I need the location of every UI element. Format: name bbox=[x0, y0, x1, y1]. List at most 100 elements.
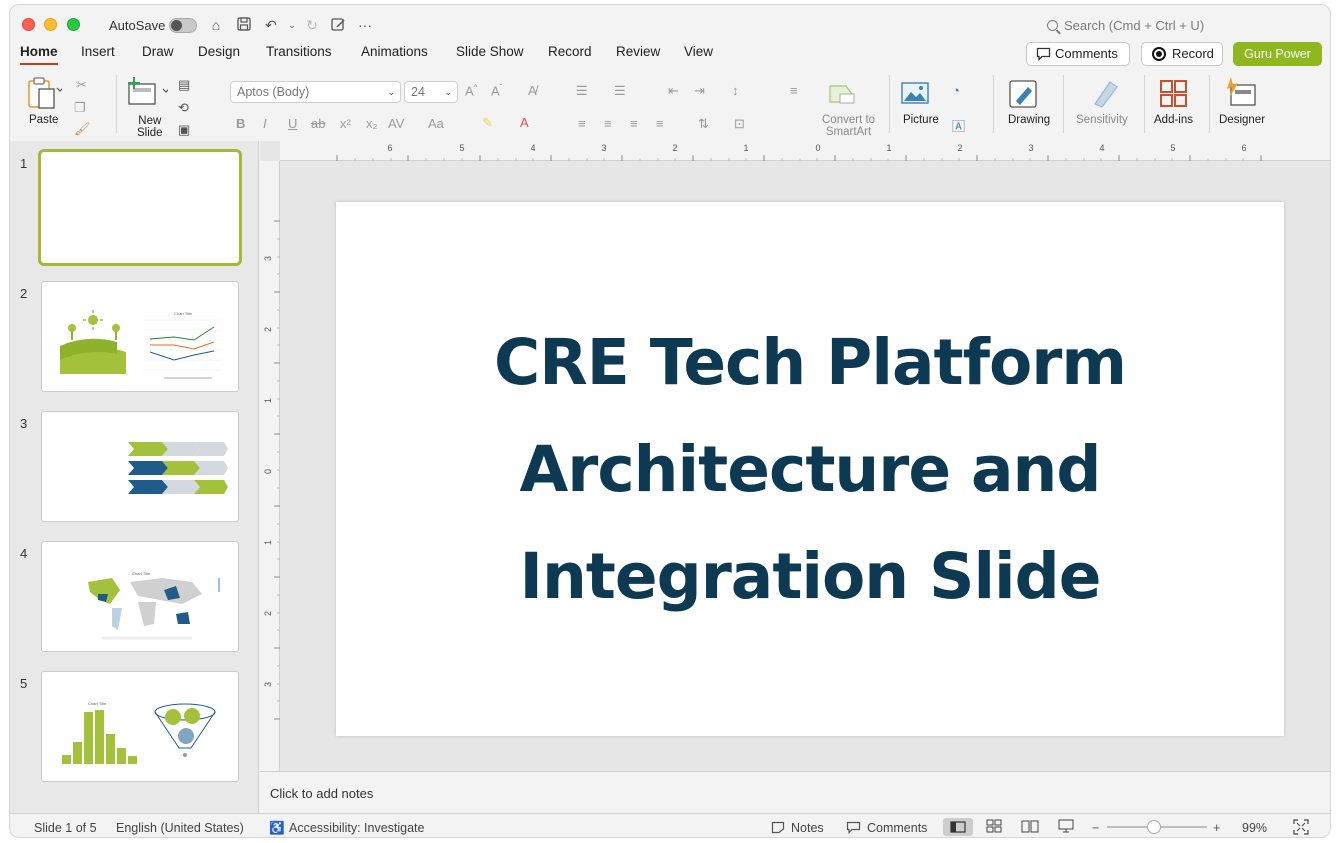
underline-icon[interactable]: U bbox=[288, 116, 297, 131]
picture-label: Picture bbox=[903, 114, 939, 126]
slide-canvas[interactable]: CRE Tech Platform Architecture and Integ… bbox=[336, 202, 1284, 736]
close-window-button[interactable] bbox=[22, 18, 35, 31]
language-indicator[interactable]: English (United States) bbox=[116, 821, 244, 835]
section-icon[interactable]: ▣ bbox=[178, 122, 190, 138]
svg-text:2: 2 bbox=[263, 327, 273, 332]
superscript-icon[interactable]: x² bbox=[340, 116, 351, 131]
slide-title[interactable]: CRE Tech Platform Architecture and Integ… bbox=[336, 309, 1284, 630]
maximize-window-button[interactable] bbox=[67, 18, 80, 31]
slideshow-button[interactable] bbox=[1058, 819, 1074, 836]
font-name-select[interactable]: Aptos (Body) ⌄ bbox=[230, 81, 401, 103]
autosave-toggle[interactable] bbox=[169, 18, 197, 33]
text-box-icon[interactable]: 🄰 bbox=[952, 116, 965, 135]
reading-view-button[interactable] bbox=[1021, 819, 1039, 836]
convert-smartart-icon[interactable] bbox=[828, 83, 858, 108]
slide-title-line: Architecture and bbox=[519, 433, 1102, 506]
clear-formatting-icon[interactable]: A̸ bbox=[528, 83, 537, 98]
fit-to-window-button[interactable] bbox=[1293, 819, 1309, 837]
cut-icon[interactable]: ✂ bbox=[76, 77, 87, 93]
svg-text:0: 0 bbox=[263, 469, 273, 474]
picture-button[interactable] bbox=[901, 81, 931, 108]
horizontal-ruler[interactable]: 6 5 4 3 2 1 0 1 2 3 4 5 6 bbox=[280, 141, 1330, 161]
tab-slide-show[interactable]: Slide Show bbox=[456, 44, 524, 59]
comments-button[interactable]: Comments bbox=[1026, 42, 1130, 66]
bold-icon[interactable]: B bbox=[236, 116, 245, 131]
undo-icon[interactable]: ↶ bbox=[262, 16, 280, 34]
reset-icon[interactable]: ⟲ bbox=[178, 100, 189, 116]
tab-draw[interactable]: Draw bbox=[142, 44, 174, 59]
redo-icon[interactable]: ↻ bbox=[303, 16, 321, 34]
drawing-button[interactable] bbox=[1008, 79, 1040, 114]
record-button[interactable]: Record bbox=[1141, 42, 1223, 66]
search-box[interactable]: Search (Cmd + Ctrl + U) bbox=[1047, 18, 1204, 33]
layout-icon[interactable]: ▤ bbox=[178, 77, 190, 93]
increase-font-icon[interactable]: A^ bbox=[465, 83, 477, 98]
slide-sorter-button[interactable] bbox=[986, 819, 1002, 836]
normal-view-button[interactable] bbox=[943, 818, 973, 836]
more-options-icon[interactable]: ··· bbox=[356, 16, 374, 34]
slide-thumbnail-1[interactable] bbox=[38, 149, 242, 266]
decrease-indent-icon[interactable]: ⇤ bbox=[668, 83, 679, 99]
tab-record[interactable]: Record bbox=[548, 44, 592, 59]
paste-button[interactable] bbox=[26, 77, 64, 114]
decrease-font-icon[interactable]: Aˇ bbox=[491, 83, 502, 98]
tab-animations[interactable]: Animations bbox=[361, 44, 428, 59]
svg-text:3: 3 bbox=[601, 143, 606, 153]
line-spacing-icon[interactable]: ↕ bbox=[732, 83, 739, 98]
designer-label: Designer bbox=[1219, 114, 1266, 126]
vertical-ruler[interactable]: 3 2 1 0 1 2 3 bbox=[260, 161, 280, 771]
guru-power-button[interactable]: Guru Power bbox=[1233, 42, 1322, 66]
align-center-icon[interactable]: ≡ bbox=[604, 116, 612, 131]
accessibility-status[interactable]: Accessibility: Investigate bbox=[289, 821, 424, 835]
align-right-icon[interactable]: ≡ bbox=[630, 116, 638, 131]
notes-pane[interactable]: Click to add notes bbox=[260, 771, 1330, 813]
sensitivity-button[interactable] bbox=[1090, 79, 1120, 112]
add-ins-button[interactable] bbox=[1159, 79, 1189, 112]
new-slide-button[interactable] bbox=[126, 77, 170, 112]
change-case-icon[interactable]: Aa bbox=[428, 116, 444, 131]
minimize-window-button[interactable] bbox=[44, 18, 57, 31]
zoom-out-button[interactable]: − bbox=[1092, 821, 1099, 835]
subscript-icon[interactable]: x₂ bbox=[366, 116, 378, 131]
format-painter-icon[interactable]: 🖌 bbox=[74, 121, 91, 137]
font-color-icon[interactable]: A bbox=[520, 115, 529, 130]
align-text-icon[interactable]: ⊡ bbox=[734, 116, 745, 132]
italic-icon[interactable]: I bbox=[263, 116, 267, 131]
undo-dropdown-icon[interactable]: ⌄ bbox=[283, 16, 301, 34]
designer-button[interactable] bbox=[1225, 77, 1259, 112]
character-spacing-icon[interactable]: AV bbox=[388, 116, 404, 131]
font-size-select[interactable]: 24 ⌄ bbox=[404, 81, 458, 103]
numbering-icon[interactable]: ☰ bbox=[614, 83, 626, 99]
zoom-level[interactable]: 99% bbox=[1242, 821, 1267, 835]
tab-view[interactable]: View bbox=[684, 44, 713, 59]
comments-toggle[interactable]: Comments bbox=[846, 821, 927, 835]
increase-indent-icon[interactable]: ⇥ bbox=[694, 83, 705, 99]
accessibility-icon[interactable]: ♿ bbox=[269, 821, 285, 836]
slide-thumbnail-panel[interactable]: 1 2 Chart Title 3 4 Chart Title 5 Chart … bbox=[10, 141, 259, 813]
align-left-icon[interactable]: ≡ bbox=[578, 116, 586, 131]
columns-icon[interactable]: ≡ bbox=[790, 83, 798, 98]
notes-toggle[interactable]: Notes bbox=[771, 821, 824, 835]
slide-thumbnail-3[interactable] bbox=[41, 411, 239, 522]
strikethrough-icon[interactable]: ab bbox=[311, 116, 325, 131]
tab-insert[interactable]: Insert bbox=[81, 44, 115, 59]
customize-toolbar-icon[interactable] bbox=[329, 16, 347, 34]
tab-review[interactable]: Review bbox=[616, 44, 660, 59]
save-icon[interactable] bbox=[235, 16, 253, 34]
shapes-icon[interactable]: ◔ bbox=[952, 83, 960, 98]
slide-thumbnail-5[interactable]: Chart Title bbox=[41, 671, 239, 782]
copy-icon[interactable]: ❐ bbox=[74, 100, 86, 116]
slide-thumbnail-4[interactable]: Chart Title bbox=[41, 541, 239, 652]
highlight-icon[interactable]: ✎ bbox=[482, 115, 493, 131]
zoom-in-button[interactable]: + bbox=[1213, 821, 1220, 835]
tab-home[interactable]: Home bbox=[20, 44, 58, 65]
slide-thumbnail-2[interactable]: Chart Title bbox=[41, 281, 239, 392]
tab-design[interactable]: Design bbox=[198, 44, 240, 59]
title-bar: AutoSave ⌂ ↶ ⌄ ↻ ··· Search (Cmd + Ctrl … bbox=[10, 5, 1330, 41]
tab-transitions[interactable]: Transitions bbox=[266, 44, 332, 59]
zoom-slider-handle[interactable] bbox=[1147, 820, 1161, 834]
text-direction-icon[interactable]: ⇅ bbox=[698, 116, 709, 132]
home-icon[interactable]: ⌂ bbox=[207, 16, 225, 34]
justify-icon[interactable]: ≡ bbox=[656, 116, 664, 131]
bullets-icon[interactable]: ☰ bbox=[576, 83, 588, 99]
